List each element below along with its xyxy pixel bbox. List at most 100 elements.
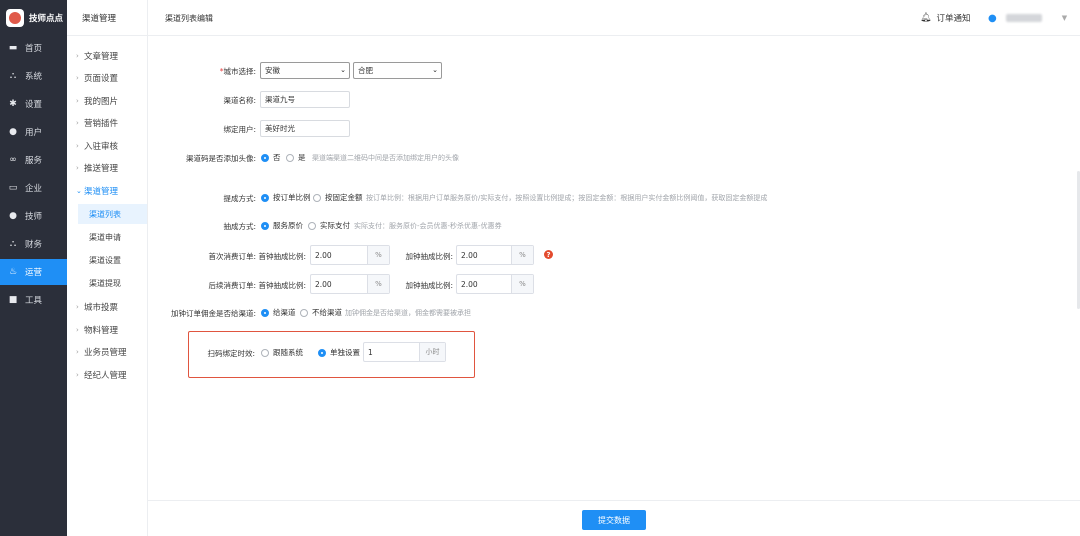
subnav-item-articles[interactable]: › 文章管理 [67,46,147,66]
nav-item-tools[interactable]: ■ 工具 [0,287,67,313]
caret-down-icon: ▼ [1061,14,1068,22]
nav-item-home[interactable]: ▬ 首页 [0,35,67,61]
subnav-label: 城市投票 [84,303,119,313]
nav-item-service[interactable]: ∞ 服务 [0,147,67,173]
scan-bind-label: 扫码绑定时效: [207,349,255,358]
nav-label: 企业 [25,184,43,194]
avatar-hint: 渠道端渠道二维码中间是否添加绑定用户的头像 [312,154,459,162]
avatar-no-radio[interactable]: 否 [261,152,281,163]
subnav-child-channel-settings[interactable]: 渠道设置 [78,250,147,270]
person-icon: ● [9,210,17,221]
scan-custom-radio[interactable]: 单独设置 [318,347,360,358]
subnav-label: 经纪人管理 [84,371,127,381]
nav-item-users[interactable]: ● 用户 [0,119,67,145]
avatar-label: 渠道码是否添加头像: [185,154,256,163]
channel-name-input[interactable]: 渠道九号 [260,91,350,108]
form-footer: 提交数据 [148,500,1080,536]
nav-label: 财务 [25,240,43,250]
brand[interactable]: 技师点点 [0,0,67,36]
edit-form: *城市选择: 安徽 ⌄ 合肥 ⌄ 渠道名称: 渠道九号 绑定用户: 美好时光 渠道码… [148,36,1080,500]
caret-down-icon: ⌄ [340,66,346,74]
province-select[interactable]: 安徽 ⌄ [260,62,350,79]
subnav-item-materials[interactable]: › 物料管理 [67,320,147,340]
nav-item-operations[interactable]: ♨ 运营 [0,259,67,285]
chevron-right-icon: › [76,74,79,82]
chevron-right-icon: › [76,52,79,60]
subnav-child-channel-apply[interactable]: 渠道申请 [78,227,147,247]
subnav-label: 业务员管理 [84,348,127,358]
page-title: 渠道列表编辑 [165,13,213,23]
bind-user-label: 绑定用户: [223,125,256,134]
chevron-right-icon: › [76,348,79,356]
nav-label: 首页 [25,44,43,54]
subnav-item-pages[interactable]: › 页面设置 [67,68,147,88]
subnav-item-images[interactable]: › 我的图片 [67,91,147,111]
nav-item-system[interactable]: ⛬ 系统 [0,63,67,89]
nav-item-technician[interactable]: ● 技师 [0,203,67,229]
subnav-child-channel-withdraw[interactable]: 渠道提现 [78,273,147,293]
scan-hours-input[interactable]: 1 小时 [363,342,446,362]
subnav-label: 我的图片 [84,97,119,107]
subnav-label: 文章管理 [84,52,119,62]
addon-not-give-radio[interactable]: 不给渠道 [300,307,342,318]
nav-item-settings[interactable]: ✱ 设置 [0,91,67,117]
nav-label: 工具 [25,296,43,306]
nav-label: 服务 [25,156,43,166]
subnav-child-channel-list[interactable]: 渠道列表 [78,204,147,224]
bind-user-input[interactable]: 美好时光 [260,120,350,137]
nav-item-finance[interactable]: ⛬ 财务 [0,231,67,257]
subnav-item-push[interactable]: › 推送管理 [67,158,147,178]
base-original-radio[interactable]: 服务原价 [261,220,303,231]
order-notice[interactable]: 🔔︎ 订单通知 [920,0,970,36]
base-actual-radio[interactable]: 实际支付 [308,220,350,231]
first-add-label: 加钟抽成比例: [405,252,453,261]
subnav-item-channels[interactable]: ⌄ 渠道管理 [67,181,147,201]
nav-label: 运营 [25,268,43,278]
subnav-item-salesmen[interactable]: › 业务员管理 [67,342,147,362]
user-name-blurred [1005,14,1042,22]
submit-button[interactable]: 提交数据 [582,510,646,530]
subnav-item-city-vote[interactable]: › 城市投票 [67,297,147,317]
nav-item-enterprise[interactable]: ▭ 企业 [0,175,67,201]
addon-give-radio[interactable]: 给渠道 [261,307,296,318]
subnav-item-marketing[interactable]: › 营销插件 [67,113,147,133]
secondary-sidebar: 渠道管理 › 文章管理 › 页面设置 › 我的图片 › 营销插件 › 入驻审核 › 推送管理… [67,0,148,536]
city-label: *城市选择: [219,67,256,76]
scan-follow-system-radio[interactable]: 跟随系统 [261,347,303,358]
subnav-item-review[interactable]: › 入驻审核 [67,136,147,156]
user-icon: ● [9,126,17,137]
help-question-icon[interactable]: ? [544,250,553,259]
brand-name: 技师点点 [29,14,64,24]
avatar-yes-radio[interactable]: 是 [286,152,306,163]
next-add-input[interactable]: 2.00% [456,274,534,294]
subnav-label: 营销插件 [84,119,119,129]
base-hint: 实际支付：服务原价-会员优惠-秒杀优惠-优惠券 [354,222,502,230]
bell-icon: 🔔︎ [920,13,932,23]
subnav-item-brokers[interactable]: › 经纪人管理 [67,365,147,385]
first-pct-input[interactable]: 2.00% [310,245,390,265]
city-select[interactable]: 合肥 ⌄ [353,62,442,79]
commission-by-ratio-radio[interactable]: 按订单比例 [261,192,311,203]
chevron-right-icon: › [76,97,79,105]
chevron-down-icon: ⌄ [76,187,82,195]
caret-down-icon: ⌄ [432,66,438,74]
next-add-label: 加钟抽成比例: [405,281,453,290]
order-notice-label: 订单通知 [936,14,971,24]
first-add-input[interactable]: 2.00% [456,245,534,265]
addon-label: 加钟订单佣金是否给渠道: [170,309,256,318]
user-menu[interactable]: ● ▼ [988,0,1067,36]
chart-icon: ♨ [8,266,18,277]
addon-hint: 加钟佣金是否给渠道，佣金都需要被承担 [345,309,471,317]
subnav-label: 入驻审核 [84,142,119,152]
subnav-title: 渠道管理 [67,0,147,36]
nav-label: 系统 [25,72,43,82]
top-header: 渠道列表编辑 🔔︎ 订单通知 ● ▼ [148,0,1080,36]
commission-label: 提成方式: [223,194,256,203]
monitor-icon: ▬ [8,42,18,53]
chevron-right-icon: › [76,303,79,311]
next-pct-input[interactable]: 2.00% [310,274,390,294]
chevron-right-icon: › [76,326,79,334]
subnav-label: 物料管理 [84,326,119,336]
gear-icon: ✱ [9,98,17,109]
commission-fixed-radio[interactable]: 按固定金额 [313,192,363,203]
